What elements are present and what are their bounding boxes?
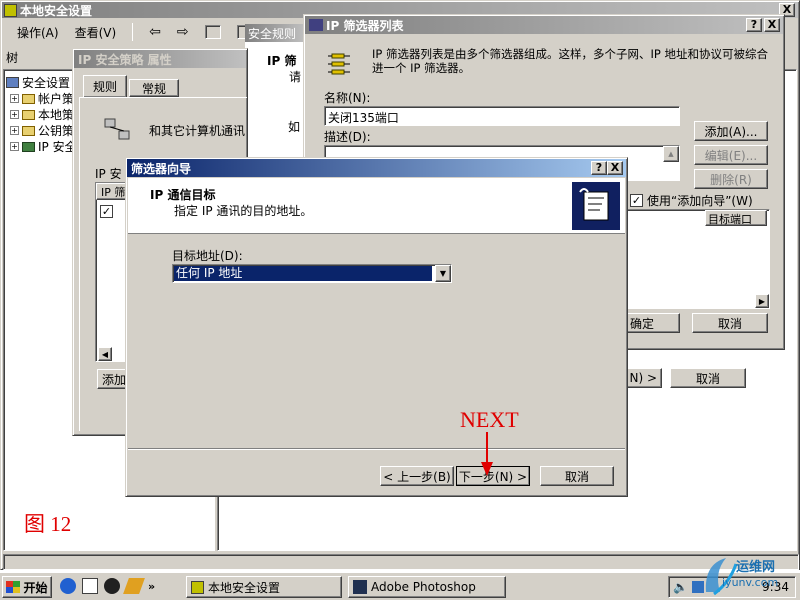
task-photoshop[interactable]: Adobe Photoshop bbox=[348, 576, 506, 598]
menu-view[interactable]: 查看(V) bbox=[75, 24, 117, 41]
filter-edit-button[interactable]: 编辑(E)... bbox=[694, 145, 768, 165]
filter-list-title-bar[interactable]: IP 筛选器列表 bbox=[305, 16, 783, 34]
tree-item-local[interactable]: + 本地策 bbox=[10, 106, 74, 123]
filter-list-cancel-button[interactable]: 取消 bbox=[692, 313, 768, 333]
tab-rules[interactable]: 规则 bbox=[83, 75, 127, 97]
up-folder-icon[interactable] bbox=[204, 25, 221, 39]
tree-item-ipsec[interactable]: + IP 安全 bbox=[10, 138, 77, 155]
pencil-icon[interactable] bbox=[123, 578, 145, 594]
filter-list-description: IP 筛选器列表是由多个筛选器组成。这样，多个子网、IP 地址和协议可被综合进一… bbox=[372, 47, 768, 75]
next-annotation-arrow bbox=[481, 432, 493, 476]
expand-plus-icon[interactable]: + bbox=[10, 142, 19, 151]
back-arrow-icon[interactable]: ⇦ bbox=[149, 24, 161, 40]
filter-add-button[interactable]: 添加(A)... bbox=[694, 121, 768, 141]
name-input[interactable]: 关闭135端口 bbox=[324, 106, 680, 126]
mmc-title: 本地安全设置 bbox=[20, 3, 93, 18]
wizard-separator bbox=[128, 448, 625, 450]
site-watermark: 运维网 iyunv.com bbox=[700, 552, 798, 598]
wizard-subheading: 指定 IP 通讯的目的地址。 bbox=[174, 204, 313, 218]
col-dest-port[interactable]: 目标端口 bbox=[705, 210, 767, 226]
filter-list-help-button[interactable]: ? bbox=[746, 18, 762, 32]
shield-icon bbox=[4, 3, 17, 17]
wizard-scroll-icon bbox=[572, 182, 620, 230]
dest-address-label: 目标地址(D): bbox=[172, 249, 243, 263]
wizard-close-button[interactable]: X bbox=[607, 161, 623, 175]
filter-wizard-dialog: 筛选器向导 ? X IP 通信目标 指定 IP 通讯的目的地址。 目标地址(D)… bbox=[125, 157, 628, 497]
shield-icon bbox=[191, 580, 204, 594]
use-wizard-checkbox[interactable]: ✓ 使用“添加向导”(W) bbox=[630, 192, 753, 209]
tab-general[interactable]: 常规 bbox=[129, 79, 179, 97]
watermark-swirl-icon bbox=[705, 558, 738, 596]
tree-item-public-key[interactable]: + 公钥策 bbox=[10, 122, 74, 139]
folder-icon bbox=[22, 93, 35, 104]
quicklaunch: » bbox=[60, 578, 155, 594]
security-rules-item2: 如 bbox=[288, 120, 301, 134]
menu-action[interactable]: 操作(A) bbox=[17, 24, 59, 41]
photoshop-icon bbox=[353, 580, 367, 594]
ie-icon[interactable] bbox=[60, 578, 76, 594]
policy-desc: 和其它计算机通讯 bbox=[149, 124, 246, 138]
desc-label: 描述(D): bbox=[324, 130, 371, 144]
mmc-menu-bar: 操作(A) 查看(V) ⇦ ⇨ bbox=[3, 20, 253, 44]
wizard-heading: IP 通信目标 bbox=[150, 188, 216, 202]
filter-list-close-button[interactable]: X bbox=[764, 18, 780, 32]
wizard-title-bar[interactable]: 筛选器向导 bbox=[127, 159, 626, 177]
rules-hscroll-left[interactable]: ◀ bbox=[98, 347, 112, 361]
desc-scroll-up[interactable]: ▲ bbox=[663, 146, 679, 162]
filter-list-icon bbox=[309, 19, 323, 31]
start-button[interactable]: 开始 bbox=[2, 576, 52, 598]
filter-stack-icon bbox=[328, 51, 352, 81]
folder-icon bbox=[22, 109, 35, 120]
expand-plus-icon[interactable]: + bbox=[10, 94, 19, 103]
wizard-cancel-button[interactable]: 取消 bbox=[540, 466, 614, 486]
figure-label: 图 12 bbox=[24, 512, 72, 536]
wizard-header: IP 通信目标 指定 IP 通讯的目的地址。 bbox=[128, 178, 625, 234]
expand-plus-icon[interactable]: + bbox=[10, 126, 19, 135]
expand-plus-icon[interactable]: + bbox=[10, 110, 19, 119]
windows-logo-icon bbox=[6, 581, 21, 593]
policy-title-bar[interactable]: IP 安全策略 属性 bbox=[74, 50, 246, 68]
tree-tab-header: 树 bbox=[6, 50, 19, 65]
task-local-security[interactable]: 本地安全设置 bbox=[186, 576, 342, 598]
security-rules-body: IP 筛 请 bbox=[245, 42, 305, 102]
notepad-icon[interactable] bbox=[82, 578, 98, 594]
folder-icon bbox=[22, 125, 35, 136]
taskbar: 开始 » 本地安全设置 Adobe Photoshop 🔈 9:34 bbox=[0, 572, 800, 600]
name-label: 名称(N): bbox=[324, 91, 371, 105]
computer-icon bbox=[6, 77, 19, 88]
tree-item-account[interactable]: + 帐户策 bbox=[10, 90, 74, 107]
forward-arrow-icon[interactable]: ⇨ bbox=[177, 24, 189, 40]
bg-cancel-button[interactable]: 取消 bbox=[670, 368, 746, 388]
qq-icon[interactable] bbox=[104, 578, 120, 594]
next-annotation-label: NEXT bbox=[460, 407, 519, 432]
speaker-icon[interactable]: 🔈 bbox=[673, 580, 688, 594]
status-bar bbox=[3, 554, 799, 570]
wizard-help-button[interactable]: ? bbox=[591, 161, 607, 175]
filters-hscroll-right[interactable]: ▶ bbox=[755, 294, 769, 308]
chevron-right-icon[interactable]: » bbox=[148, 580, 155, 593]
policy-list-label: IP 安 bbox=[95, 167, 122, 181]
filter-delete-button[interactable]: 删除(R) bbox=[694, 169, 768, 189]
network-computers-icon bbox=[103, 117, 133, 143]
tree-item-security-settings[interactable]: 安全设置 bbox=[6, 74, 70, 91]
network-icon bbox=[22, 141, 35, 152]
rules-checkbox[interactable]: ✓ bbox=[100, 205, 113, 218]
wizard-back-button[interactable]: < 上一步(B) bbox=[380, 466, 454, 486]
chevron-down-icon[interactable]: ▼ bbox=[435, 265, 451, 282]
security-rules-title: 安全规则 bbox=[245, 24, 305, 42]
dest-address-select[interactable]: 任何 IP 地址 ▼ bbox=[172, 264, 452, 283]
